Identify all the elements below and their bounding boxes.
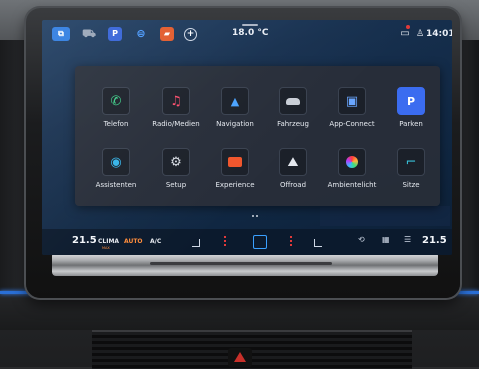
front-defrost-icon[interactable]: ▦ (382, 235, 390, 244)
app-parken[interactable]: P Parken (381, 87, 441, 128)
phone-icon: ✆ (102, 87, 130, 115)
app-label: Sitze (402, 181, 420, 189)
infotainment-screen: ⧉ ⛟ P ⊜ ▰ + 18.0 °C ▭ ♙ 14:01 ✆ Telefon … (42, 20, 452, 255)
clima-sub-label: MAX (102, 246, 110, 250)
music-icon: ♫ (162, 87, 190, 115)
user-icon[interactable]: ♙ (416, 27, 424, 41)
auto-button[interactable]: AUTO (124, 238, 143, 245)
home-button[interactable] (253, 235, 267, 249)
navigation-icon: ▲ (221, 87, 249, 115)
hazard-icon (234, 352, 246, 362)
parking-icon: P (397, 87, 425, 115)
hazard-button[interactable] (228, 348, 252, 367)
dashboard-lower (0, 300, 479, 330)
app-radio-medien[interactable]: ♫ Radio/Medien (146, 87, 206, 128)
rear-defrost-icon[interactable]: ☰ (404, 235, 411, 244)
app-label: Setup (165, 181, 187, 189)
app-label: Ambientelicht (327, 181, 377, 189)
app-label: Offroad (279, 181, 307, 189)
app-telefon[interactable]: ✆ Telefon (86, 87, 146, 128)
driver-temperature[interactable]: 21.5 (72, 235, 97, 246)
parking-icon[interactable]: P (108, 27, 122, 41)
climate-bar: 21.5 CLIMA MAX AUTO A/C ⟲ ▦ ☰ 21.5 (42, 229, 452, 255)
vehicle-icon (279, 87, 307, 115)
page-indicator[interactable] (251, 202, 259, 221)
app-label: App-Connect (329, 120, 375, 128)
passenger-heat-level (290, 236, 292, 247)
app-fahrzeug[interactable]: Fahrzeug (263, 87, 323, 128)
app-label: Radio/Medien (152, 120, 200, 128)
add-icon[interactable]: + (184, 28, 197, 41)
app-assistenten[interactable]: ◉ Assistenten (86, 148, 146, 189)
app-connect-icon: ▣ (338, 87, 366, 115)
seat-icon: ⌐ (397, 148, 425, 176)
ac-button[interactable]: A/C (150, 238, 161, 245)
mountain-icon: ⛰ (279, 148, 307, 176)
driver-heat-level (224, 236, 226, 247)
app-app-connect[interactable]: ▣ App-Connect (322, 87, 382, 128)
mode-icon[interactable]: ▰ (160, 27, 174, 41)
app-label: Fahrzeug (277, 120, 309, 128)
background-panel (320, 206, 450, 226)
car-icon[interactable]: ⛟ (82, 27, 96, 41)
assist-icon[interactable]: ⧉ (52, 27, 70, 41)
clock: 14:01 (426, 29, 452, 39)
drag-handle[interactable] (242, 24, 258, 26)
passenger-temperature[interactable]: 21.5 (422, 235, 447, 246)
experience-icon (221, 148, 249, 176)
recirculation-icon[interactable]: ⟲ (358, 235, 365, 244)
assistant-icon: ◉ (102, 148, 130, 176)
dashboard-right (457, 40, 479, 290)
app-label: Parken (399, 120, 423, 128)
app-sitze[interactable]: ⌐ Sitze (381, 148, 441, 189)
passenger-seat-heat-icon[interactable] (314, 239, 322, 247)
app-label: Assistenten (95, 181, 137, 189)
app-offroad[interactable]: ⛰ Offroad (263, 148, 323, 189)
chrome-slot (150, 262, 332, 265)
clima-button[interactable]: CLIMA (98, 238, 119, 245)
app-ambientelicht[interactable]: Ambientelicht (322, 148, 382, 189)
driver-seat-heat-icon[interactable] (192, 239, 200, 247)
gear-icon: ⚙ (162, 148, 190, 176)
app-experience[interactable]: Experience (205, 148, 265, 189)
outside-temperature: 18.0 °C (232, 28, 269, 38)
air-vent (92, 330, 412, 369)
app-navigation[interactable]: ▲ Navigation (205, 87, 265, 128)
drive-mode-icon[interactable]: ⊜ (134, 27, 148, 41)
ambient-light-icon (338, 148, 366, 176)
app-setup[interactable]: ⚙ Setup (146, 148, 206, 189)
message-icon[interactable]: ▭ (398, 27, 412, 41)
app-label: Experience (215, 181, 255, 189)
app-drawer: ✆ Telefon ♫ Radio/Medien ▲ Navigation Fa… (75, 66, 441, 217)
app-label: Navigation (216, 120, 254, 128)
notification-dot (406, 25, 410, 29)
status-bar: ⧉ ⛟ P ⊜ ▰ + 18.0 °C ▭ ♙ 14:01 (42, 20, 452, 50)
app-label: Telefon (103, 120, 129, 128)
